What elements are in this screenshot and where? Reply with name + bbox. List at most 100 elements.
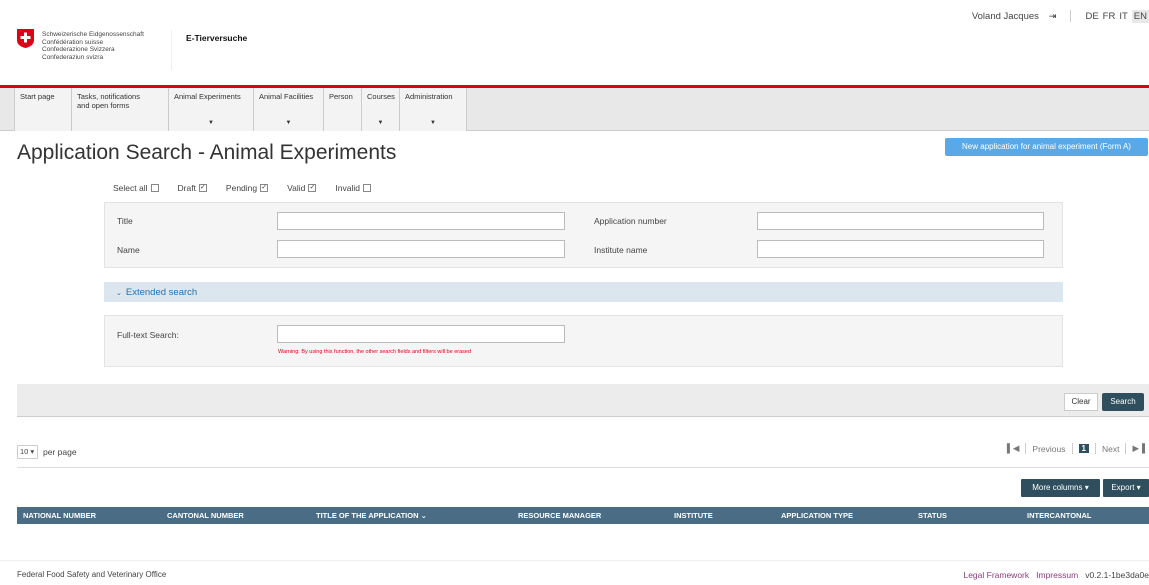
title-label: Title <box>117 216 133 226</box>
gov-line: Schweizerische Eidgenossenschaft <box>42 31 144 38</box>
nav-tasks[interactable]: Tasks, notifications and open forms <box>71 88 168 131</box>
column-application-type[interactable]: APPLICATION TYPE <box>781 507 853 524</box>
divider <box>1070 10 1072 22</box>
footer-divider <box>0 560 1149 561</box>
filter-draft[interactable]: Draft ✓ <box>178 183 207 193</box>
filter-select-all[interactable]: Select all <box>113 183 159 193</box>
site-header: Schweizerische Eidgenossenschaft Confédé… <box>0 0 1149 86</box>
nav-label: Person <box>329 92 353 101</box>
divider <box>1094 443 1096 454</box>
institute-name-label: Institute name <box>594 245 648 255</box>
filter-label: Pending <box>225 183 258 193</box>
swiss-flag-icon <box>17 29 34 48</box>
filter-invalid[interactable]: Invalid <box>335 183 371 193</box>
fulltext-panel <box>104 315 1063 367</box>
nav-start-page[interactable]: Start page <box>14 88 71 131</box>
extended-search-label: ⌄ Extended search <box>116 287 197 298</box>
page-title: Application Search - Animal Experiments <box>17 141 397 164</box>
footer-links: Legal Framework Impressum v0.2.1-1be3da0… <box>963 570 1149 580</box>
impressum-link[interactable]: Impressum <box>1036 570 1078 580</box>
chevron-down-icon: ⌄ <box>116 290 122 297</box>
column-status[interactable]: STATUS <box>918 507 947 524</box>
column-resource-manager[interactable]: RESOURCE MANAGER <box>518 507 601 524</box>
divider <box>1071 443 1073 454</box>
first-page-icon[interactable]: ▌◀ <box>1007 443 1020 454</box>
filter-label: Valid <box>287 183 306 193</box>
column-title[interactable]: TITLE OF THE APPLICATION ⌄ <box>316 507 427 524</box>
title-input[interactable] <box>277 212 565 230</box>
lang-it[interactable]: IT <box>1119 11 1127 22</box>
export-button[interactable]: Export ▾ <box>1103 479 1149 497</box>
nav-label: and open forms <box>77 100 130 110</box>
checkbox-checked[interactable]: ✓ <box>308 184 317 192</box>
nav-courses[interactable]: Courses ▼ <box>361 88 399 131</box>
government-name: Schweizerische Eidgenossenschaft Confédé… <box>42 31 144 61</box>
lang-en[interactable]: EN <box>1131 9 1149 23</box>
divider <box>17 467 1149 468</box>
user-area: Voland Jacques ⇥ DE FR IT EN <box>972 8 1149 24</box>
filter-label: Select all <box>113 183 148 193</box>
main-nav: Start page Tasks, notifications and open… <box>0 88 1149 131</box>
previous-button[interactable]: Previous <box>1032 444 1065 454</box>
gov-line: Confederaziun svizra <box>42 53 104 61</box>
footer-office: Federal Food Safety and Veterinary Offic… <box>17 570 167 579</box>
nav-animal-experiments[interactable]: Animal Experiments ▼ <box>168 88 253 131</box>
column-cantonal-number[interactable]: CANTONAL NUMBER <box>167 507 244 524</box>
pagination: ▌◀ Previous 1 Next ▶▐ <box>1007 443 1145 454</box>
results-table-header: NATIONAL NUMBER CANTONAL NUMBER TITLE OF… <box>17 507 1149 524</box>
extended-search-toggle[interactable]: ⌄ Extended search <box>104 282 1063 302</box>
filter-label: Draft <box>177 183 196 193</box>
checkbox-checked[interactable]: ✓ <box>260 184 269 192</box>
filter-label: Invalid <box>335 183 360 193</box>
extended-search-text: Extended search <box>125 287 198 298</box>
status-filters: Select all Draft ✓ Pending ✓ Valid ✓ Inv… <box>113 183 390 193</box>
name-input[interactable] <box>277 240 565 258</box>
app-name: E-Tierversuche <box>186 33 248 43</box>
user-name[interactable]: Voland Jacques <box>972 11 1039 22</box>
divider <box>1025 443 1027 454</box>
column-intercantonal[interactable]: INTERCANTONAL <box>1027 507 1091 524</box>
filter-pending[interactable]: Pending ✓ <box>225 183 269 193</box>
nav-label: Administration <box>405 92 453 101</box>
last-page-icon[interactable]: ▶▐ <box>1132 443 1145 454</box>
column-national-number[interactable]: NATIONAL NUMBER <box>23 507 96 524</box>
logout-icon[interactable]: ⇥ <box>1049 11 1057 22</box>
checkbox-checked[interactable]: ✓ <box>198 184 207 192</box>
header-divider <box>171 30 172 70</box>
per-page-control: 10 ▾ per page <box>17 445 77 459</box>
legal-framework-link[interactable]: Legal Framework <box>963 570 1029 580</box>
column-institute[interactable]: INSTITUTE <box>674 507 713 524</box>
next-button[interactable]: Next <box>1102 444 1119 454</box>
nav-person[interactable]: Person <box>323 88 361 131</box>
search-action-bar <box>17 384 1149 417</box>
chevron-down-icon: ▼ <box>208 119 214 126</box>
chevron-down-icon: ▼ <box>430 119 436 126</box>
nav-label: Start page <box>20 92 55 101</box>
clear-button[interactable]: Clear <box>1064 393 1098 411</box>
chevron-down-icon: ▼ <box>285 119 292 126</box>
current-page[interactable]: 1 <box>1078 444 1089 453</box>
per-page-label: per page <box>43 447 77 457</box>
nav-label: Animal Experiments <box>174 92 241 101</box>
name-label: Name <box>117 245 140 255</box>
nav-animal-facilities[interactable]: Animal Facilities ▼ <box>253 88 323 131</box>
institute-name-input[interactable] <box>757 240 1044 258</box>
new-application-button[interactable]: New application for animal experiment (F… <box>945 138 1148 156</box>
search-button[interactable]: Search <box>1102 393 1144 411</box>
per-page-select[interactable]: 10 ▾ <box>17 445 38 459</box>
nav-label: Courses <box>367 92 395 101</box>
chevron-down-icon: ▼ <box>377 119 384 126</box>
checkbox[interactable] <box>362 184 371 192</box>
application-number-label: Application number <box>594 216 667 226</box>
application-number-input[interactable] <box>757 212 1044 230</box>
filter-valid[interactable]: Valid ✓ <box>287 183 317 193</box>
fulltext-warning: Warning: By using this function, the oth… <box>278 349 472 355</box>
fulltext-input[interactable] <box>277 325 565 343</box>
gov-line: Confédération suisse <box>42 38 104 46</box>
checkbox[interactable] <box>150 184 159 192</box>
nav-administration[interactable]: Administration ▼ <box>399 88 467 131</box>
lang-fr[interactable]: FR <box>1103 11 1116 22</box>
fulltext-label: Full-text Search: <box>117 330 179 340</box>
lang-de[interactable]: DE <box>1085 11 1098 22</box>
more-columns-button[interactable]: More columns ▾ <box>1021 479 1100 497</box>
